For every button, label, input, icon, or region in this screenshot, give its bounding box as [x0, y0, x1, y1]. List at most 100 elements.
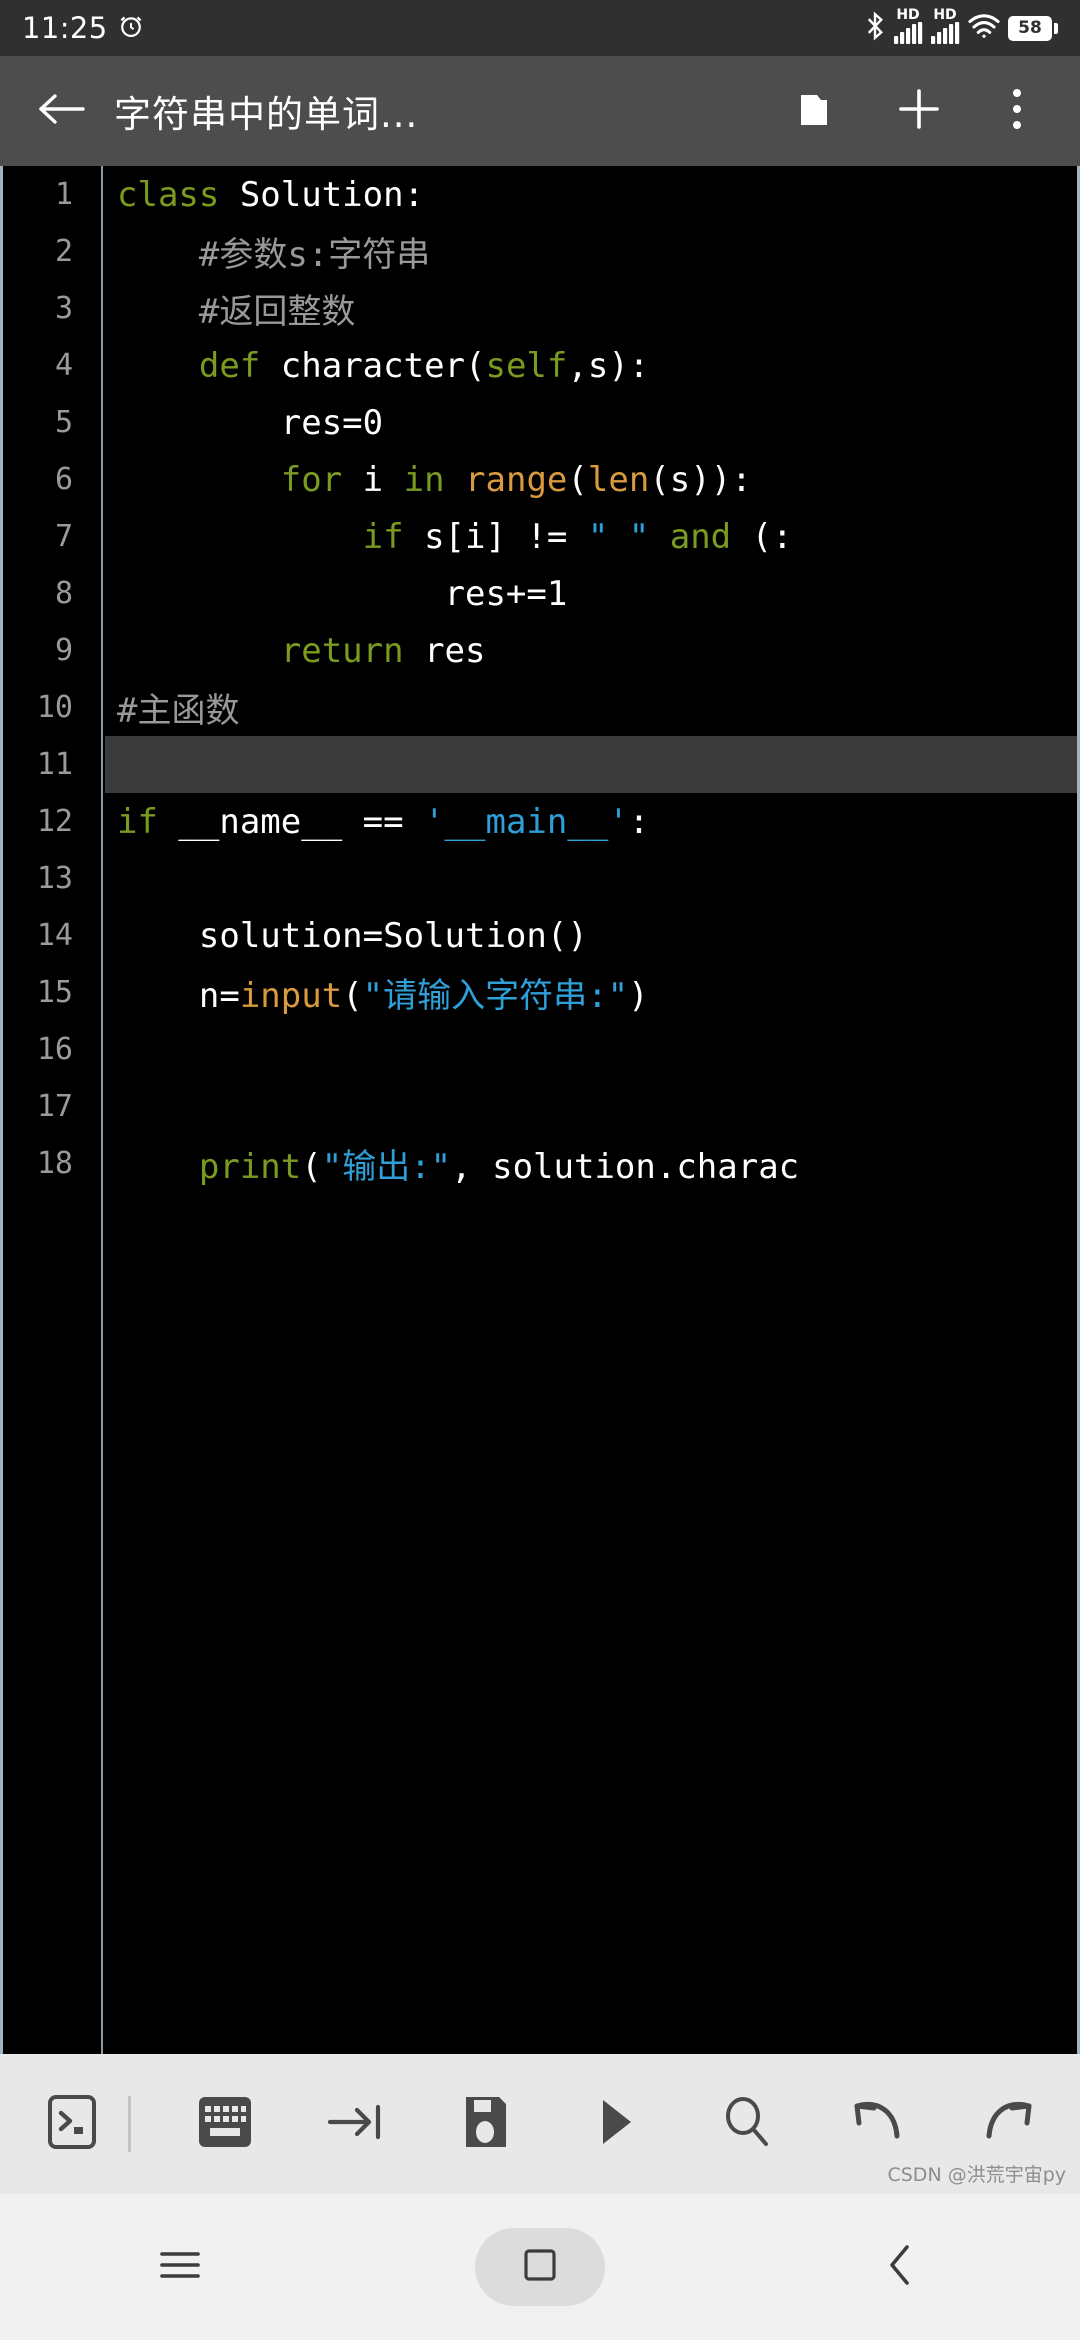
code-token: len [587, 459, 650, 500]
keyboard-icon [196, 2095, 254, 2153]
keyboard-button[interactable] [179, 2078, 271, 2170]
line-number: 3 [54, 291, 73, 326]
signal-bars-icon [930, 21, 960, 48]
hd-label-2: HD [933, 6, 957, 23]
code-token: #返回整数 [117, 292, 356, 332]
code-line[interactable]: 1 class Solution: [3, 166, 1077, 223]
undo-arrow-icon [849, 2098, 907, 2150]
alarm-icon [117, 12, 145, 44]
code-line[interactable]: 8 res+=1 [3, 565, 1077, 622]
battery-indicator: 58 [1008, 15, 1058, 41]
code-text[interactable]: def character(self,s): [95, 346, 649, 386]
code-text[interactable]: res+=1 [95, 573, 568, 614]
code-line[interactable]: 11 [3, 736, 1077, 793]
recents-button[interactable] [110, 2217, 250, 2317]
code-text[interactable]: #参数s:字符串 [95, 227, 430, 276]
code-text[interactable]: print("输出:", solution.charac [95, 1139, 799, 1188]
code-token: ( [301, 1147, 322, 1187]
code-line[interactable]: 6 for i in range(len(s)): [3, 451, 1077, 508]
code-line[interactable]: 18 print("输出:", solution.charac [3, 1135, 1077, 1192]
code-token: #参数s:字符串 [117, 235, 431, 275]
run-button[interactable] [571, 2078, 663, 2170]
code-line[interactable]: 12 if __name__ == '__main__': [3, 793, 1077, 850]
signal-group-2: HD [930, 6, 960, 48]
code-line[interactable]: 3 #返回整数 [3, 280, 1077, 337]
code-token: res=0 [117, 402, 384, 443]
code-line[interactable]: 15 n=input("请输入字符串:") [3, 964, 1077, 1021]
home-square-icon [521, 2246, 559, 2288]
open-folder-button[interactable] [786, 76, 856, 146]
code-line[interactable]: 5 res=0 [3, 394, 1077, 451]
code-token: (: [731, 516, 793, 557]
current-line-highlight [105, 736, 1077, 793]
play-icon [597, 2097, 637, 2151]
status-clock: 11:25 [22, 11, 108, 45]
code-token: __name__ == [157, 801, 425, 842]
code-text[interactable]: if s[i] != " " and (: [95, 517, 793, 557]
line-number: 15 [36, 975, 73, 1010]
app-bar: 字符串中的单词... [0, 56, 1080, 166]
code-line[interactable]: 17 [3, 1078, 1077, 1135]
code-text[interactable]: #主函数 [95, 683, 239, 732]
code-area[interactable]: 1 class Solution: 2 #参数s:字符串 3 #返回整数 4 def c… [3, 166, 1077, 2054]
code-line[interactable]: 10 #主函数 [3, 679, 1077, 736]
code-token: range [465, 459, 568, 500]
code-editor[interactable]: 1 class Solution: 2 #参数s:字符串 3 #返回整数 4 def c… [0, 166, 1080, 2054]
code-token: if [117, 801, 158, 842]
back-nav-button[interactable] [830, 2217, 970, 2317]
code-text[interactable]: res=0 [95, 403, 383, 443]
code-token: def [198, 345, 261, 386]
code-token: ) [628, 976, 649, 1016]
code-line[interactable]: 14 solution=Solution() [3, 907, 1077, 964]
code-line[interactable]: 13 [3, 850, 1077, 907]
back-chevron-icon [884, 2242, 916, 2292]
code-token: self [485, 345, 568, 386]
page-title: 字符串中的单词... [114, 93, 419, 136]
line-number: 1 [54, 177, 73, 212]
system-nav-bar [0, 2194, 1080, 2340]
console-button[interactable] [26, 2078, 118, 2170]
code-text[interactable]: for i in range(len(s)): [95, 460, 752, 500]
battery-tip [1054, 22, 1058, 34]
code-line[interactable]: 7 if s[i] != " " and (: [3, 508, 1077, 565]
watermark-text: CSDN @洪荒宇宙py [887, 2164, 1066, 2186]
code-token: "输出:" [321, 1147, 452, 1187]
code-text[interactable]: class Solution: [95, 175, 424, 215]
code-line[interactable]: 4 def character(self,s): [3, 337, 1077, 394]
code-token: '__main__' [424, 801, 629, 842]
code-line[interactable]: 9 return res [3, 622, 1077, 679]
home-button[interactable] [470, 2217, 610, 2317]
line-number: 17 [36, 1089, 73, 1124]
undo-button[interactable] [832, 2078, 924, 2170]
code-token: , solution.charac [451, 1147, 800, 1187]
status-bar-right: HD HD 58 [864, 6, 1058, 48]
code-token: i [342, 459, 404, 500]
status-bar-left: 11:25 [22, 11, 145, 45]
code-text[interactable]: solution=Solution() [95, 916, 588, 956]
code-token: Solution: [219, 174, 425, 215]
code-text[interactable]: return res [95, 631, 486, 671]
code-line[interactable]: 16 [3, 1021, 1077, 1078]
code-token: in [403, 459, 445, 500]
overflow-menu-button[interactable] [982, 76, 1052, 146]
code-text[interactable]: n=input("请输入字符串:") [95, 968, 649, 1017]
code-token: #主函数 [117, 691, 240, 731]
code-token: and [669, 516, 732, 557]
save-button[interactable] [440, 2078, 532, 2170]
code-text[interactable]: #返回整数 [95, 284, 355, 333]
indent-button[interactable] [310, 2078, 402, 2170]
code-token: ( [567, 459, 588, 500]
redo-button[interactable] [962, 2078, 1054, 2170]
line-number: 8 [54, 576, 73, 611]
code-line[interactable]: 2 #参数s:字符串 [3, 223, 1077, 280]
line-number: 13 [36, 861, 73, 896]
code-text[interactable]: if __name__ == '__main__': [95, 802, 649, 842]
code-token: res+=1 [117, 573, 568, 614]
new-file-button[interactable] [884, 76, 954, 146]
search-button[interactable] [701, 2078, 793, 2170]
back-button[interactable] [28, 78, 94, 144]
